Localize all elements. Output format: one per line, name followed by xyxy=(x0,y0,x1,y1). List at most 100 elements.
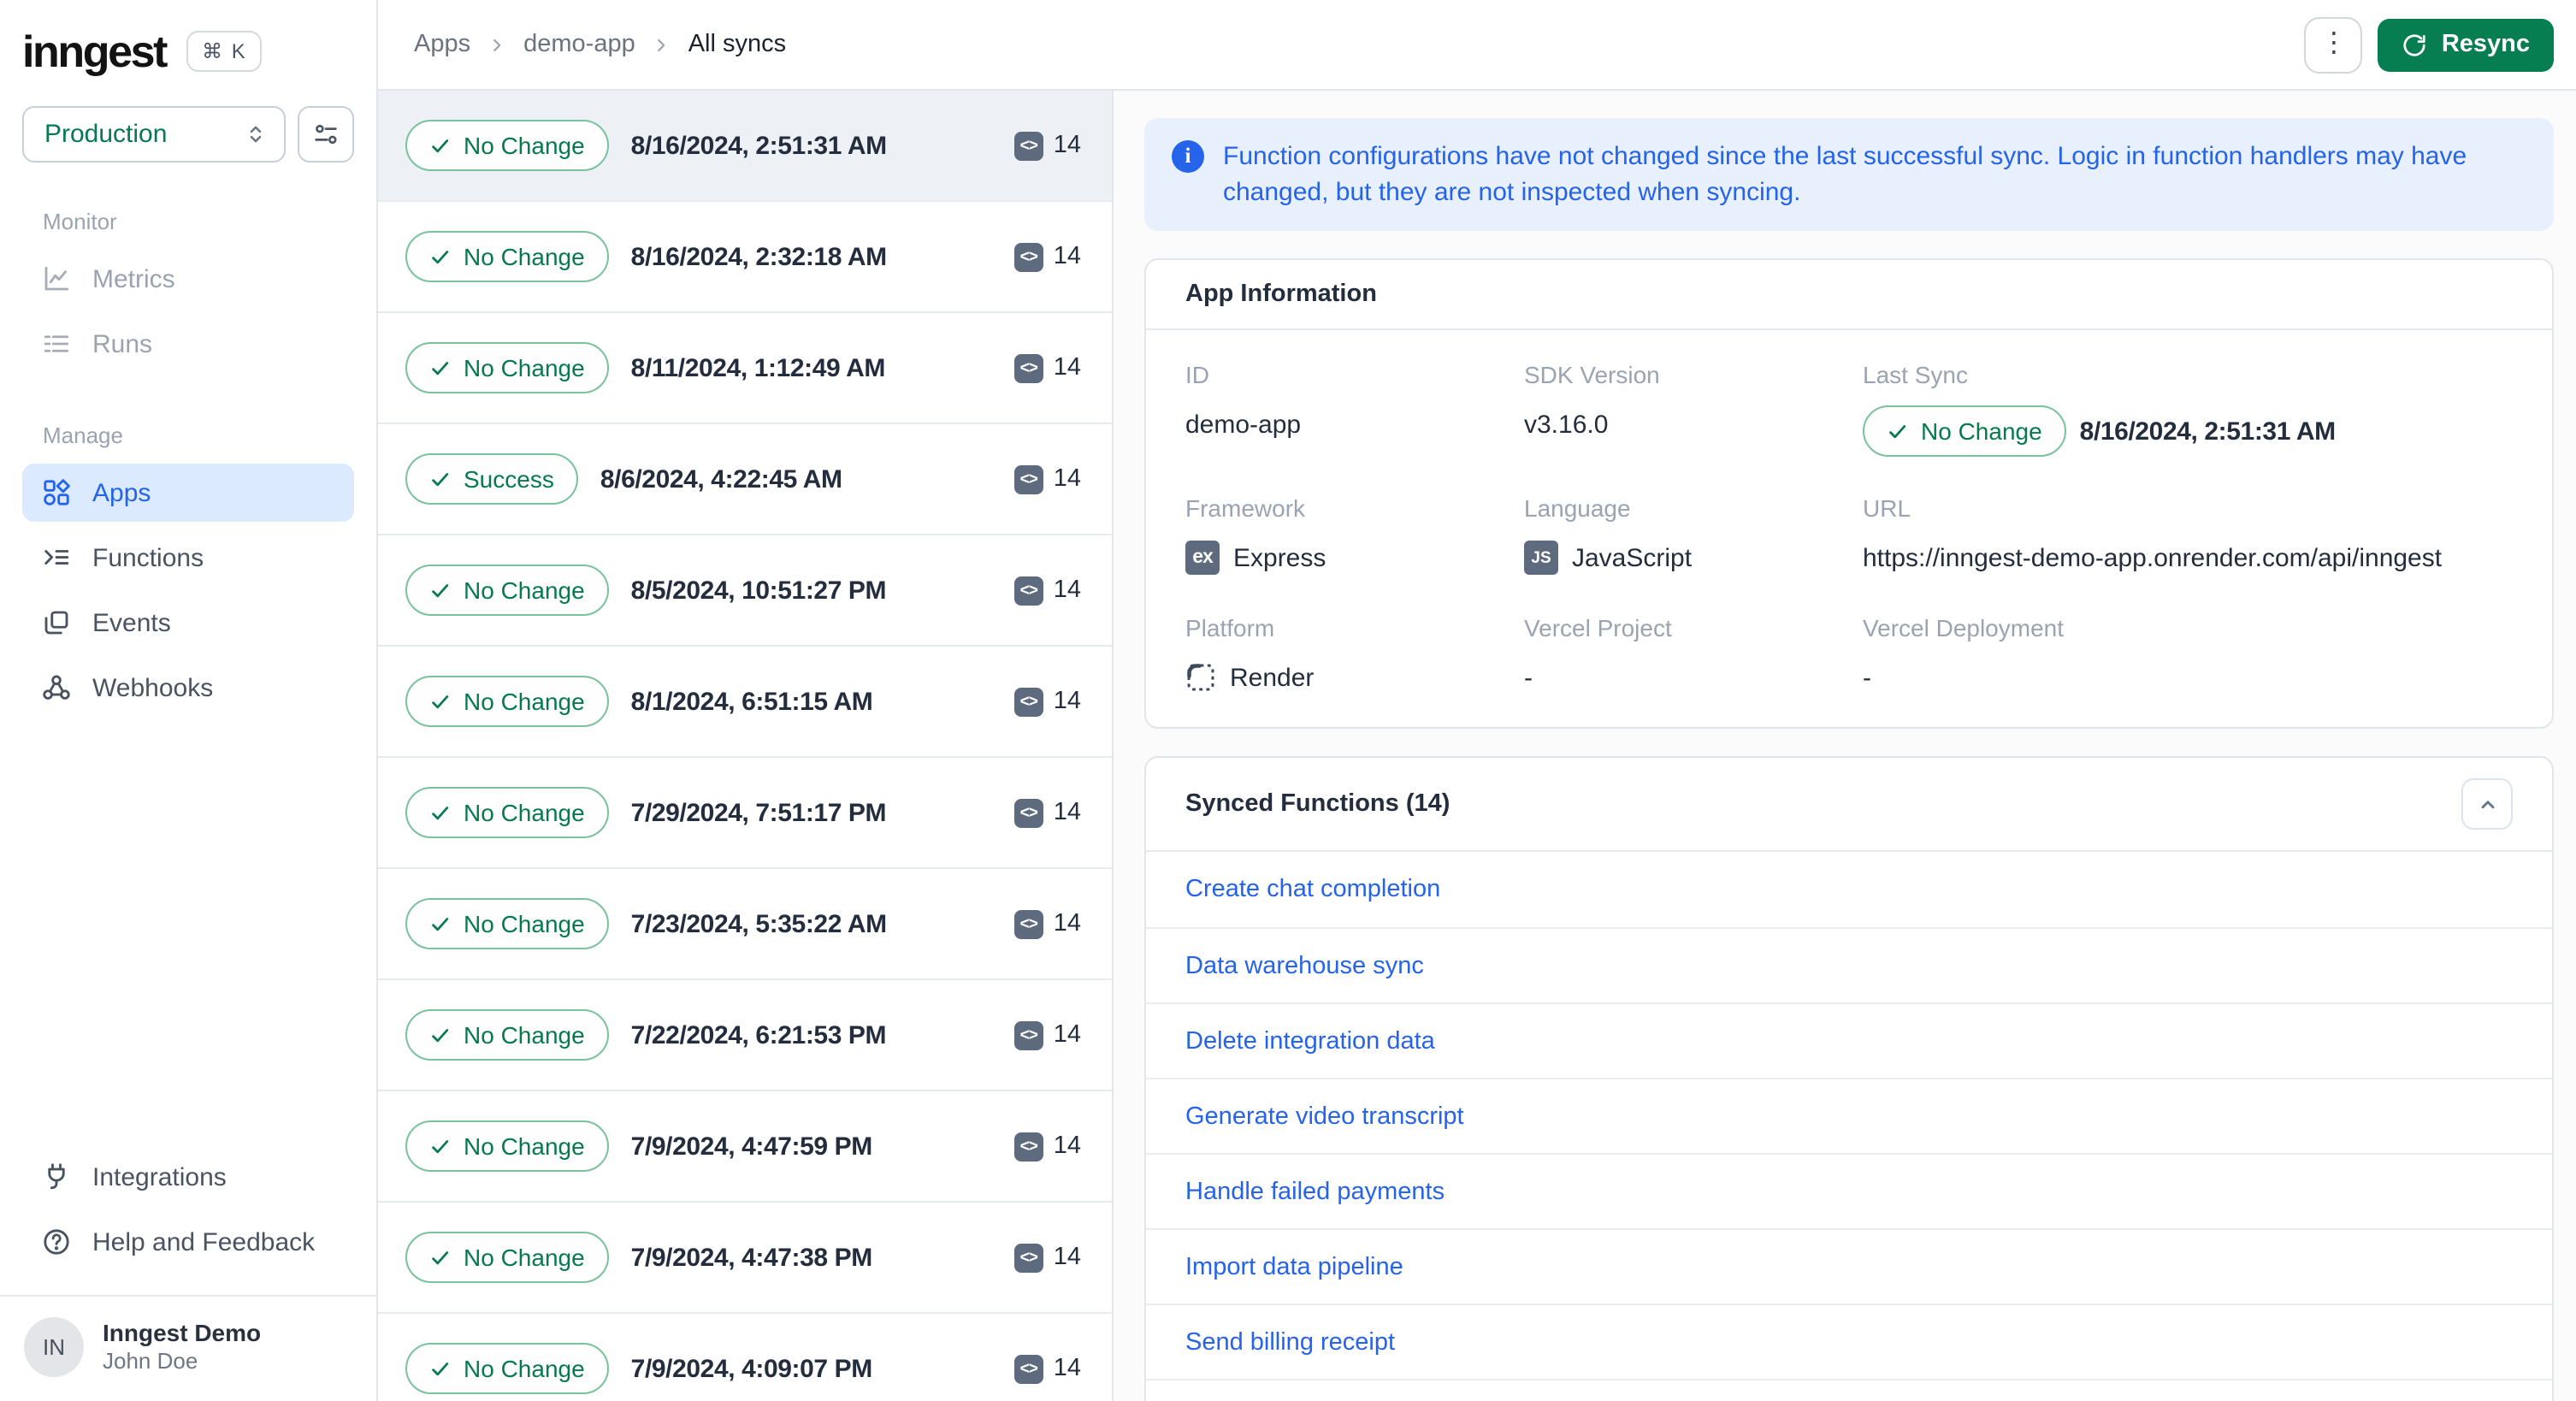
sync-list-item[interactable]: No Change 7/9/2024, 4:47:59 PM <> 14 xyxy=(378,1091,1112,1203)
code-icon: <> xyxy=(1013,798,1043,827)
sync-status-badge: No Change xyxy=(405,231,609,282)
sidebar-item-functions[interactable]: Functions xyxy=(22,529,354,587)
sync-count-value: 14 xyxy=(1053,243,1081,270)
sync-count-value: 14 xyxy=(1053,1355,1081,1382)
sidebar-item-integrations[interactable]: Integrations xyxy=(22,1148,354,1206)
field-id: ID demo-app xyxy=(1185,361,1524,457)
sync-list-item[interactable]: No Change 7/22/2024, 6:21:53 PM <> 14 xyxy=(378,980,1112,1091)
function-link[interactable]: Data warehouse sync xyxy=(1185,952,1424,979)
function-list-item[interactable]: Generate video transcript xyxy=(1146,1078,2552,1153)
function-link[interactable]: Send billing receipt xyxy=(1185,1328,1395,1356)
check-icon xyxy=(1889,424,1906,438)
sidebar-item-apps[interactable]: Apps xyxy=(22,464,354,522)
function-link[interactable]: Generate video transcript xyxy=(1185,1102,1464,1130)
sync-list-item[interactable]: No Change 7/9/2024, 4:09:07 PM <> 14 xyxy=(378,1314,1112,1401)
user-text: Inngest Demo John Doe xyxy=(103,1318,261,1376)
question-circle-icon xyxy=(41,1227,72,1257)
sync-status-badge: No Change xyxy=(405,898,609,949)
check-icon xyxy=(432,139,449,152)
chevron-right-icon xyxy=(658,38,666,51)
function-list-item[interactable]: Delete integration data xyxy=(1146,1002,2552,1078)
breadcrumb-demo-app[interactable]: demo-app xyxy=(523,31,635,58)
sync-status-badge: No Change xyxy=(405,676,609,727)
right-zone: Apps demo-app All syncs ⋮ Resync No Chan… xyxy=(378,0,2576,1401)
sync-count-value: 14 xyxy=(1053,1132,1081,1160)
webhooks-icon xyxy=(41,672,72,703)
sync-list-item[interactable]: No Change 7/29/2024, 7:51:17 PM <> 14 xyxy=(378,758,1112,869)
sync-list-item[interactable]: No Change 8/5/2024, 10:51:27 PM <> 14 xyxy=(378,535,1112,647)
check-icon xyxy=(432,1139,449,1153)
field-label: Language xyxy=(1524,494,1631,522)
sync-list-item[interactable]: No Change 7/23/2024, 5:35:22 AM <> 14 xyxy=(378,869,1112,980)
breadcrumb-apps[interactable]: Apps xyxy=(414,31,470,58)
field-label: URL xyxy=(1863,494,1911,522)
resync-button[interactable]: Resync xyxy=(2378,18,2554,71)
sync-timestamp: 8/1/2024, 6:51:15 AM xyxy=(630,687,873,716)
sync-timestamp: 7/23/2024, 5:35:22 AM xyxy=(630,909,887,938)
sidebar-item-webhooks[interactable]: Webhooks xyxy=(22,659,354,717)
environment-settings-button[interactable] xyxy=(298,106,354,163)
field-label: Framework xyxy=(1185,494,1306,522)
topbar-actions: ⋮ Resync xyxy=(2304,16,2554,73)
field-url: URL https://inngest-demo-app.onrender.co… xyxy=(1863,494,2513,576)
function-link[interactable]: Delete integration data xyxy=(1185,1027,1435,1055)
field-vercel-deployment: Vercel Deployment - xyxy=(1863,614,2513,696)
refresh-icon xyxy=(2402,32,2428,57)
sync-status-badge: No Change xyxy=(405,1120,609,1172)
sync-list-item[interactable]: No Change 8/1/2024, 6:51:15 AM <> 14 xyxy=(378,647,1112,758)
code-icon: <> xyxy=(1013,1132,1043,1161)
sync-function-count: <> 14 xyxy=(1013,1020,1081,1049)
field-label: Vercel Project xyxy=(1524,614,1672,641)
collapse-button[interactable] xyxy=(2461,778,2513,830)
function-list-item[interactable]: Data warehouse sync xyxy=(1146,927,2552,1002)
function-list-item[interactable]: Import data pipeline xyxy=(1146,1228,2552,1303)
sync-status-label: No Change xyxy=(464,688,585,715)
sidebar-item-metrics[interactable]: Metrics xyxy=(22,250,354,308)
field-value: - xyxy=(1524,663,1533,692)
app-information-body: ID demo-app SDK Version v3.16.0 Last Syn… xyxy=(1146,330,2552,727)
function-link[interactable]: Create chat completion xyxy=(1185,876,1440,903)
command-k-shortcut[interactable]: ⌘ K xyxy=(186,31,263,72)
synced-functions-list: Create chat completion Data warehouse sy… xyxy=(1146,852,2552,1379)
sync-function-count: <> 14 xyxy=(1013,798,1081,827)
field-label: Vercel Deployment xyxy=(1863,614,2065,641)
sidebar-item-runs[interactable]: Runs xyxy=(22,315,354,373)
environment-select[interactable]: Production xyxy=(22,106,286,163)
sync-list-item[interactable]: No Change 8/11/2024, 1:12:49 AM <> 14 xyxy=(378,313,1112,424)
sync-list-item[interactable]: Success 8/6/2024, 4:22:45 AM <> 14 xyxy=(378,424,1112,535)
section-label-monitor: Monitor xyxy=(43,209,117,234)
app-information-card: App Information ID demo-app SDK Version … xyxy=(1144,258,2554,729)
field-language: Language JS JavaScript xyxy=(1524,494,1863,576)
sync-list-item[interactable]: No Change 7/9/2024, 4:47:38 PM <> 14 xyxy=(378,1203,1112,1314)
function-list-item[interactable]: Create chat completion xyxy=(1146,852,2552,927)
code-icon: <> xyxy=(1013,1354,1043,1383)
sync-list-item[interactable]: No Change 8/16/2024, 2:32:18 AM <> 14 xyxy=(378,202,1112,313)
sync-list-item[interactable]: No Change 8/16/2024, 2:51:31 AM <> 14 xyxy=(378,91,1112,202)
sidebar-item-help[interactable]: Help and Feedback xyxy=(22,1213,354,1271)
sync-count-value: 14 xyxy=(1053,799,1081,826)
code-icon: <> xyxy=(1013,242,1043,271)
functions-icon xyxy=(41,542,72,573)
function-list-item[interactable]: Handle failed payments xyxy=(1146,1153,2552,1228)
breadcrumb-all-syncs: All syncs xyxy=(688,31,787,58)
function-link[interactable]: Import data pipeline xyxy=(1185,1253,1403,1280)
sidebar-item-events[interactable]: Events xyxy=(22,594,354,652)
breadcrumb: Apps demo-app All syncs xyxy=(414,31,786,58)
more-options-button[interactable]: ⋮ xyxy=(2304,16,2363,73)
function-list-item[interactable]: Send billing receipt xyxy=(1146,1303,2552,1379)
metrics-chart-icon xyxy=(41,263,72,294)
check-icon xyxy=(432,917,449,931)
code-icon: <> xyxy=(1013,576,1043,605)
sidebar-item-label: Help and Feedback xyxy=(92,1227,316,1256)
sync-timestamp: 7/9/2024, 4:47:38 PM xyxy=(630,1243,873,1272)
user-menu[interactable]: IN Inngest Demo John Doe xyxy=(22,1297,354,1401)
sync-status-badge: No Change xyxy=(405,1009,609,1061)
sync-function-count: <> 14 xyxy=(1013,909,1081,938)
sync-status-label: No Change xyxy=(464,1244,585,1271)
function-link[interactable]: Handle failed payments xyxy=(1185,1178,1445,1205)
sync-status-label: No Change xyxy=(464,1021,585,1049)
avatar: IN xyxy=(24,1317,84,1377)
sync-function-count: <> 14 xyxy=(1013,1132,1081,1161)
sidebar-item-label: Apps xyxy=(92,478,151,507)
